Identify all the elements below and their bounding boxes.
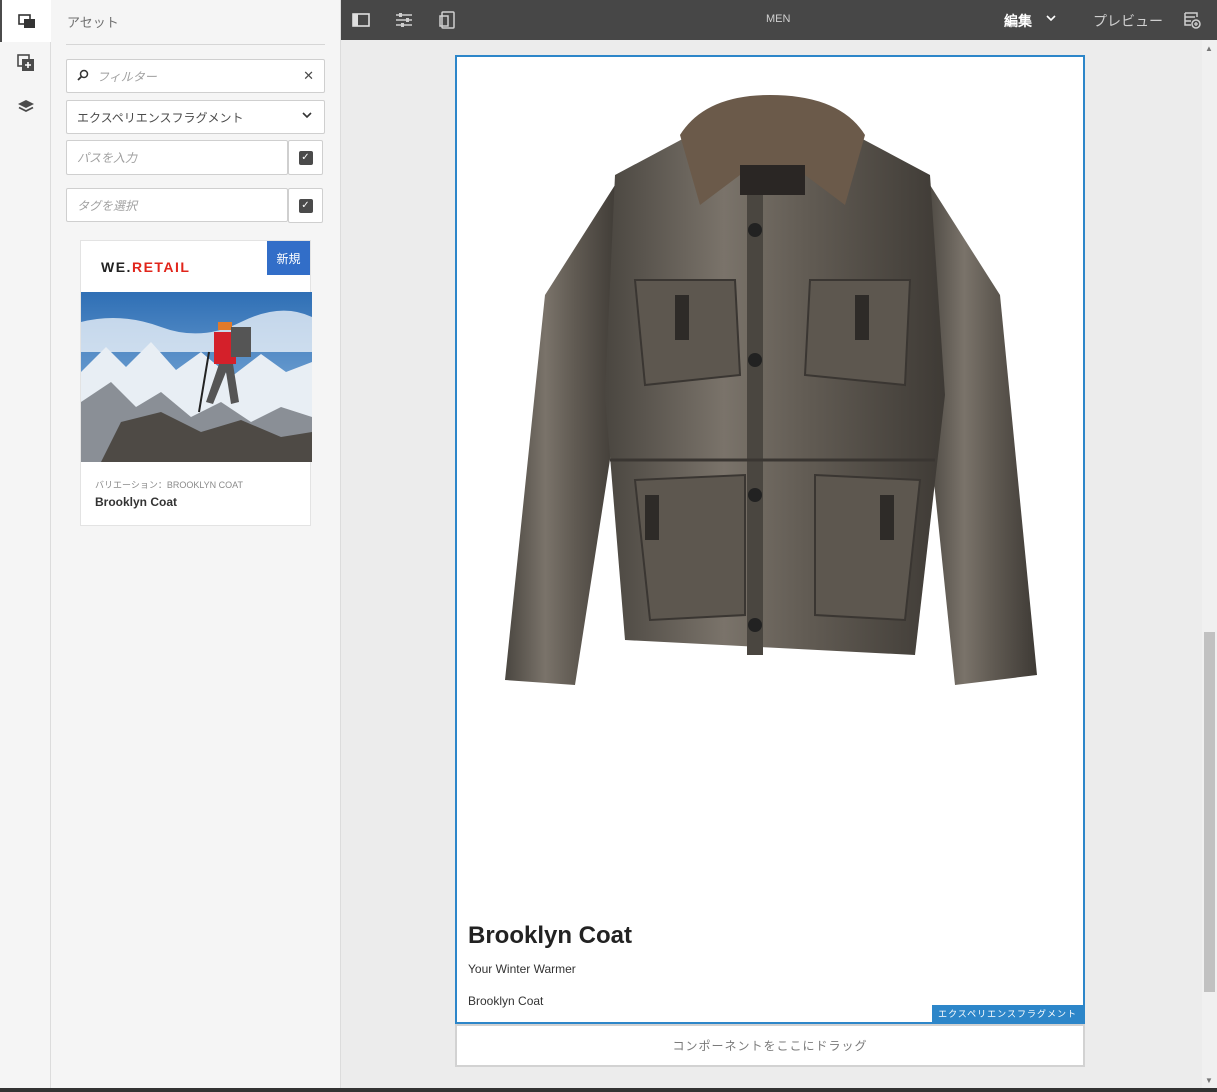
emulator-button[interactable]: [438, 10, 458, 30]
asset-card[interactable]: WE.RETAIL 新規 バリエーション：BROOKLYN COAT Brook…: [80, 240, 312, 526]
logo-text-b: RETAIL: [131, 259, 191, 275]
search-icon: [77, 69, 89, 84]
panel-title: アセット: [67, 15, 119, 30]
scroll-down-icon[interactable]: ▼: [1205, 1076, 1213, 1085]
components-icon: [16, 54, 34, 71]
path-placeholder: パスを入力: [77, 151, 138, 165]
card-thumbnail: [81, 292, 312, 462]
side-rail: [0, 0, 51, 1092]
devices-icon: [439, 11, 455, 29]
window-bottom-edge: [0, 1088, 1217, 1092]
canvas-scrollbar[interactable]: ▲ ▼: [1202, 40, 1217, 1092]
chevron-down-icon: [302, 109, 312, 123]
layers-tab-button[interactable]: [0, 86, 51, 128]
components-tab-button[interactable]: [0, 42, 51, 84]
check-icon: ✓: [298, 150, 313, 165]
editor-toolbar: MEN 編集 プレビュー: [341, 0, 1217, 40]
logo-text-a: WE.: [101, 259, 132, 275]
filter-placeholder: フィルター: [97, 69, 157, 84]
product-name: Brooklyn Coat: [468, 994, 544, 1008]
close-icon[interactable]: ✕: [303, 68, 314, 84]
layers-icon: [17, 100, 34, 113]
chevron-down-icon[interactable]: [1046, 12, 1056, 26]
scroll-thumb[interactable]: [1204, 632, 1215, 992]
asset-type-value: エクスペリエンスフラグメント: [77, 110, 244, 125]
side-panel-icon: [352, 13, 370, 27]
drop-zone[interactable]: コンポーネントをここにドラッグ: [455, 1024, 1085, 1067]
panel-divider: [66, 44, 325, 45]
path-input[interactable]: パスを入力: [66, 140, 288, 175]
experience-fragment[interactable]: エクスペリエンスフラグメント: [455, 55, 1085, 1024]
assets-tab-button[interactable]: [0, 0, 51, 42]
preview-button[interactable]: プレビュー: [1093, 11, 1163, 31]
card-name: Brooklyn Coat: [95, 495, 178, 509]
new-badge: 新規: [267, 241, 310, 275]
tag-placeholder: タグを選択: [77, 198, 138, 213]
annotate-icon: [1184, 12, 1201, 29]
product-subtitle: Your Winter Warmer: [468, 962, 576, 976]
page-properties-button[interactable]: [394, 10, 414, 30]
scroll-up-icon[interactable]: ▲: [1205, 44, 1213, 53]
annotations-button[interactable]: [1182, 10, 1202, 30]
asset-panel: アセット フィルター ✕ エクスペリエンスフラグメント パスを入力 ✓ タグを選…: [51, 0, 341, 1092]
tag-picker-button[interactable]: ✓: [288, 188, 323, 223]
assets-icon: [17, 14, 35, 28]
tag-input[interactable]: タグを選択: [66, 188, 288, 222]
page-title: MEN: [766, 13, 791, 25]
asset-type-select[interactable]: エクスペリエンスフラグメント: [66, 100, 325, 134]
filter-input[interactable]: フィルター ✕: [66, 59, 325, 93]
brand-logo: WE.RETAIL: [101, 259, 190, 275]
fragment-label: エクスペリエンスフラグメント: [932, 1005, 1083, 1022]
sliders-icon: [396, 13, 412, 27]
check-icon: ✓: [298, 198, 313, 213]
card-variation: バリエーション：BROOKLYN COAT: [95, 480, 243, 490]
product-title: Brooklyn Coat: [468, 922, 633, 949]
toggle-side-panel-button[interactable]: [351, 10, 371, 30]
mode-select[interactable]: 編集: [1004, 11, 1032, 31]
path-picker-button[interactable]: ✓: [288, 140, 323, 175]
